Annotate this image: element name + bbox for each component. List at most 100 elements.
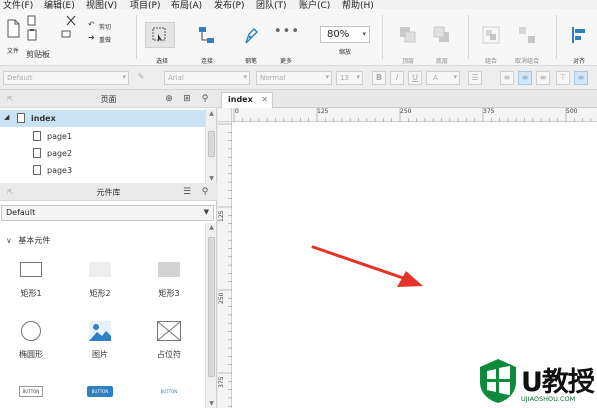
widget-primary-button[interactable]: BUTTON [75, 384, 125, 404]
page-label: page1 [47, 132, 73, 141]
page-item-page2[interactable]: page2 [0, 145, 205, 162]
scroll-up-icon[interactable]: ▲ [206, 109, 217, 118]
add-page-icon[interactable]: ⊕ [163, 93, 175, 105]
menu-layout[interactable]: 布局(A) [171, 0, 202, 9]
format-toolbar: Default ▾ ✎ Arial ▾ Normal ▾ 13 ▾ B I U … [0, 66, 597, 90]
chevron-down-icon: ▾ [453, 73, 457, 81]
select-label: 选择 [155, 58, 168, 65]
search-icon[interactable]: ⚲ [199, 186, 211, 198]
paste-button[interactable] [24, 29, 40, 41]
widget-link-button[interactable]: BUTTON [144, 384, 194, 404]
ruler-v-label: 250 [218, 292, 225, 304]
menu-help[interactable]: 帮助(H) [342, 0, 374, 9]
menu-view[interactable]: 视图(V) [86, 0, 117, 9]
library-scrollbar[interactable]: ▲ ▼ [205, 223, 216, 408]
font-size-select[interactable]: 13 ▾ [336, 71, 363, 85]
style-manage-icon[interactable]: ✎ [134, 71, 148, 85]
search-icon[interactable]: ⚲ [199, 93, 211, 105]
menu-team[interactable]: 团队(T) [256, 0, 287, 9]
widget-label: 椭圆形 [19, 350, 43, 359]
scroll-thumb[interactable] [208, 131, 215, 157]
rectangle-outline-icon [20, 262, 42, 277]
menu-publish[interactable]: 发布(P) [214, 0, 244, 9]
widget-placeholder[interactable]: 占位符 [144, 319, 194, 364]
widget-ellipse[interactable]: 椭圆形 [6, 319, 56, 364]
more-button[interactable]: ••• 更多 [272, 13, 300, 65]
font-weight-select[interactable]: Normal ▾ [256, 71, 332, 85]
widget-rectangle2[interactable]: 矩形2 [75, 259, 125, 304]
library-panel-header: ⇱ 元件库 ☰ ⚲ [0, 183, 217, 201]
scroll-thumb[interactable] [208, 237, 215, 377]
ruler-h-label: 0 [235, 108, 239, 115]
page-item-page1[interactable]: page1 [0, 128, 205, 145]
bold-button[interactable]: B [372, 71, 386, 85]
valign-top-button[interactable]: ⊤ [556, 71, 570, 85]
chevron-down-icon: ▾ [356, 73, 360, 81]
add-folder-icon[interactable]: ⊞ [181, 93, 193, 105]
library-group-header[interactable]: ∨ 基本元件 [6, 235, 50, 246]
zoom-label: 缩放 [338, 49, 351, 56]
style-select[interactable]: Default ▾ [3, 71, 129, 85]
vertical-ruler[interactable]: 125 250 375 [218, 122, 232, 408]
widget-rectangle1[interactable]: 矩形1 [6, 259, 56, 304]
widget-button[interactable]: BUTTON [6, 384, 56, 404]
group-button[interactable]: 组合 [478, 13, 504, 65]
close-icon[interactable]: ✕ [261, 95, 268, 104]
ungroup-label: 取消组合 [514, 58, 539, 65]
scroll-up-icon[interactable]: ▲ [206, 223, 217, 232]
bring-to-front-button[interactable]: 顶层 [395, 13, 421, 65]
send-to-back-label: 底层 [435, 58, 448, 65]
font-size-value: 13 [340, 74, 349, 82]
underline-button[interactable]: U [408, 71, 422, 85]
collapse-triangle-icon[interactable]: ◢ [4, 113, 9, 121]
align-text-left-button[interactable]: ≡ [500, 71, 514, 85]
watermark-url: UJIAOSHOU.COM [521, 395, 576, 403]
pen-button[interactable]: 钢笔 [240, 13, 262, 65]
widget-rectangle3[interactable]: 矩形3 [144, 259, 194, 304]
select-button[interactable]: 选择 [143, 13, 181, 65]
page-label: index [31, 114, 56, 123]
bullet-list-button[interactable]: ☰ [468, 71, 482, 85]
align-text-right-button[interactable]: ≡ [536, 71, 550, 85]
menu-file[interactable]: 文件(F) [3, 0, 33, 9]
more-label: 更多 [279, 58, 292, 65]
connect-button[interactable]: 连接 [196, 13, 218, 65]
pages-panel-header: ⇱ 页面 ⊕ ⊞ ⚲ [0, 90, 217, 108]
page-item-page3[interactable]: page3 [0, 162, 205, 179]
copy-button[interactable] [24, 15, 40, 27]
select-icon [152, 27, 166, 42]
font-family-select[interactable]: Arial ▾ [164, 71, 250, 85]
undo-button[interactable]: ↶ 剪切 [88, 20, 122, 31]
menu-project[interactable]: 项目(P) [130, 0, 160, 9]
font-color-button[interactable]: A ▾ [426, 71, 460, 85]
menu-account[interactable]: 账户(C) [299, 0, 330, 9]
scroll-down-icon[interactable]: ▼ [206, 174, 217, 183]
send-to-back-button[interactable]: 底层 [429, 13, 455, 65]
align-text-center-button[interactable]: ≡ [518, 71, 532, 85]
widget-image[interactable]: 图片 [75, 319, 125, 364]
library-select[interactable]: Default ▼ [1, 205, 214, 221]
cut-button[interactable] [58, 15, 84, 27]
zoom-select[interactable]: 80% ▾ [320, 26, 370, 43]
clipboard-label: 剪贴板 [26, 50, 50, 59]
main-toolbar: 文件 剪贴板 ↶ 剪切 ➜ 重做 选择 连接 钢笔 ••• 更多 80% ▾ 缩… [0, 9, 597, 66]
redo-button[interactable]: ➜ 重做 [88, 33, 122, 44]
ruler-h-label: 250 [400, 108, 412, 115]
image-icon [89, 321, 111, 341]
horizontal-ruler[interactable]: 0 125 250 375 500 [232, 108, 597, 122]
page-item-index[interactable]: ◢ index [0, 110, 205, 127]
menu-icon[interactable]: ☰ [181, 186, 193, 198]
scroll-down-icon[interactable]: ▼ [206, 399, 217, 408]
pages-scrollbar[interactable]: ▲ ▼ [205, 109, 216, 183]
widget-label: 矩形2 [89, 289, 111, 298]
menu-edit[interactable]: 编辑(E) [44, 0, 75, 9]
connect-icon [199, 27, 214, 43]
format-painter-button[interactable] [58, 29, 74, 41]
button-link-icon: BUTTON [160, 389, 178, 394]
align-button[interactable]: 对齐 [566, 13, 592, 65]
tab-index[interactable]: index ✕ [221, 92, 273, 108]
valign-middle-button[interactable]: ≡ [574, 71, 588, 85]
chevron-down-icon: ▾ [243, 73, 247, 81]
italic-button[interactable]: I [390, 71, 404, 85]
ungroup-button[interactable]: 取消组合 [510, 13, 544, 65]
